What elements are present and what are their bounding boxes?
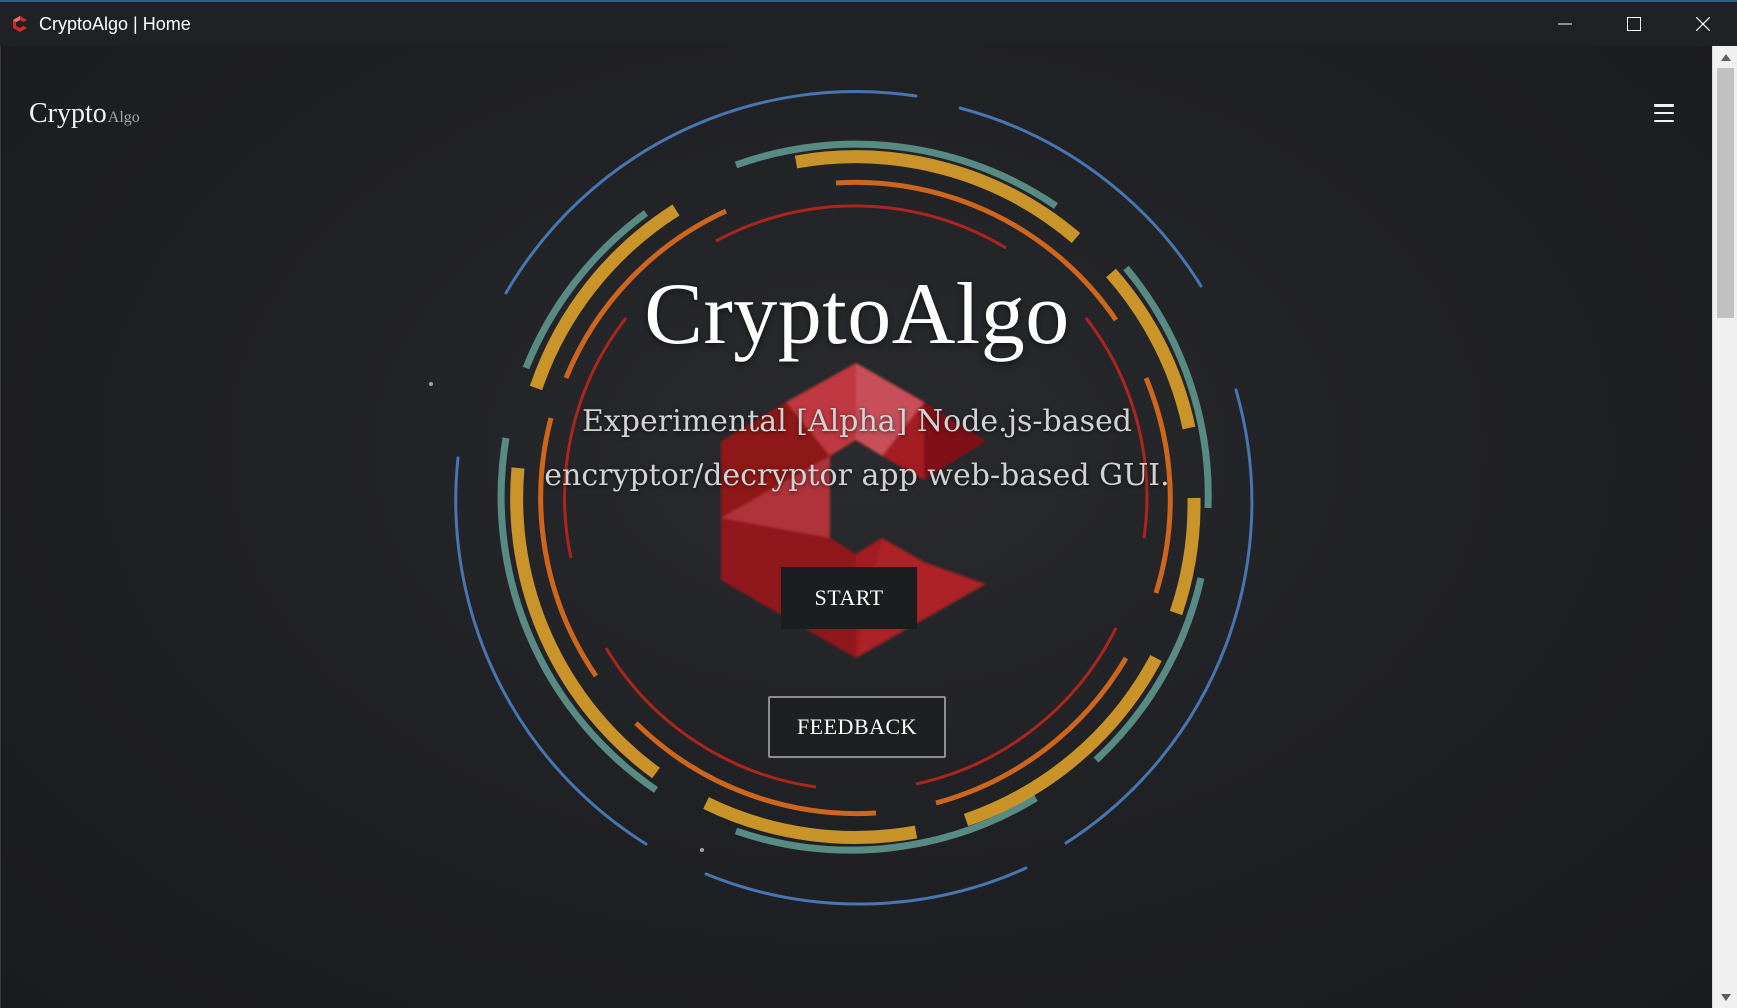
hamburger-menu-icon[interactable] <box>1654 104 1674 122</box>
minimize-icon <box>1557 23 1572 25</box>
window-controls <box>1530 2 1737 46</box>
vertical-scrollbar[interactable] <box>1712 46 1737 1008</box>
page-viewport: CryptoAlgo CryptoAlgo Experimental [Alph… <box>0 46 1712 1008</box>
window-title: CryptoAlgo | Home <box>39 13 191 34</box>
hero-title: CryptoAlgo <box>644 266 1070 363</box>
hero-background-art <box>429 90 1254 906</box>
close-icon <box>1695 17 1710 31</box>
brand-main: Crypto <box>29 98 107 129</box>
window-title-bar: CryptoAlgo | Home <box>0 0 1737 46</box>
maximize-icon <box>1626 17 1641 31</box>
brand-sub: Algo <box>107 109 140 126</box>
cryptoalgo-logo-icon <box>10 14 30 34</box>
hero-tagline: Experimental [Alpha] Node.js-based encry… <box>544 404 1170 493</box>
particle-dot <box>429 382 433 386</box>
scroll-up-arrow-icon[interactable] <box>1713 48 1737 66</box>
particle-dot <box>700 848 704 852</box>
feedback-button[interactable]: FEEDBACK <box>768 696 946 758</box>
minimize-button[interactable] <box>1530 2 1599 46</box>
start-button[interactable]: START <box>781 567 917 629</box>
close-button[interactable] <box>1668 2 1737 46</box>
scroll-down-arrow-icon[interactable] <box>1713 988 1737 1006</box>
maximize-button[interactable] <box>1599 2 1668 46</box>
scrollbar-thumb[interactable] <box>1717 68 1734 318</box>
nav-brand[interactable]: CryptoAlgo <box>29 98 140 130</box>
